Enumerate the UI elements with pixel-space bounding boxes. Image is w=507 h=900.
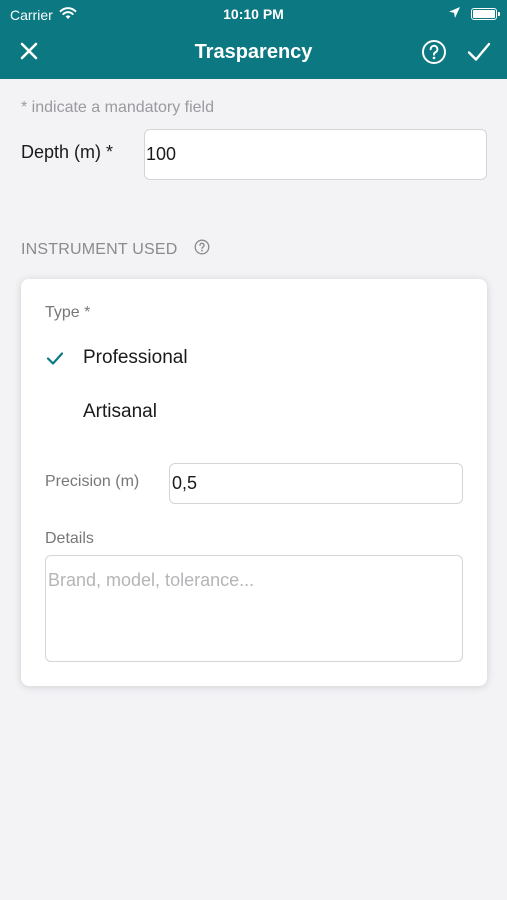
help-circle-icon[interactable] — [194, 239, 210, 260]
details-textarea[interactable]: Brand, model, tolerance... — [45, 555, 463, 662]
option-label: Artisanal — [83, 401, 157, 422]
mandatory-note: * indicate a mandatory field — [21, 99, 214, 116]
navigation-bar: Trasparency — [0, 28, 507, 79]
instrument-card: Type * Professional Artisanal Precision … — [21, 279, 487, 686]
battery-level — [473, 10, 495, 18]
details-label: Details — [45, 530, 94, 547]
depth-value: 100 — [146, 144, 177, 164]
status-time: 10:10 PM — [223, 6, 284, 22]
option-label: Professional — [83, 347, 188, 368]
precision-input[interactable]: 0,5 — [169, 463, 463, 504]
precision-label: Precision (m) — [45, 473, 140, 490]
depth-input[interactable]: 100 — [144, 129, 487, 180]
location-arrow-icon — [448, 6, 461, 22]
depth-label: Depth (m) * — [21, 142, 114, 162]
precision-value: 0,5 — [172, 473, 198, 493]
type-option-artisanal[interactable]: Artisanal — [21, 390, 487, 434]
type-label: Type * — [45, 304, 91, 321]
section-title: INSTRUMENT USED — [21, 240, 178, 258]
status-bar: Carrier 10:10 PM — [0, 0, 507, 28]
details-placeholder: Brand, model, tolerance... — [48, 570, 255, 590]
instrument-section-header: INSTRUMENT USED — [21, 239, 210, 260]
help-button[interactable] — [421, 39, 447, 65]
type-option-professional[interactable]: Professional — [21, 336, 487, 380]
confirm-button[interactable] — [465, 38, 493, 66]
checkmark-icon — [45, 348, 65, 368]
help-circle-icon — [421, 40, 447, 69]
checkmark-icon — [465, 42, 493, 70]
status-indicators — [448, 6, 500, 22]
battery-icon — [471, 8, 500, 20]
